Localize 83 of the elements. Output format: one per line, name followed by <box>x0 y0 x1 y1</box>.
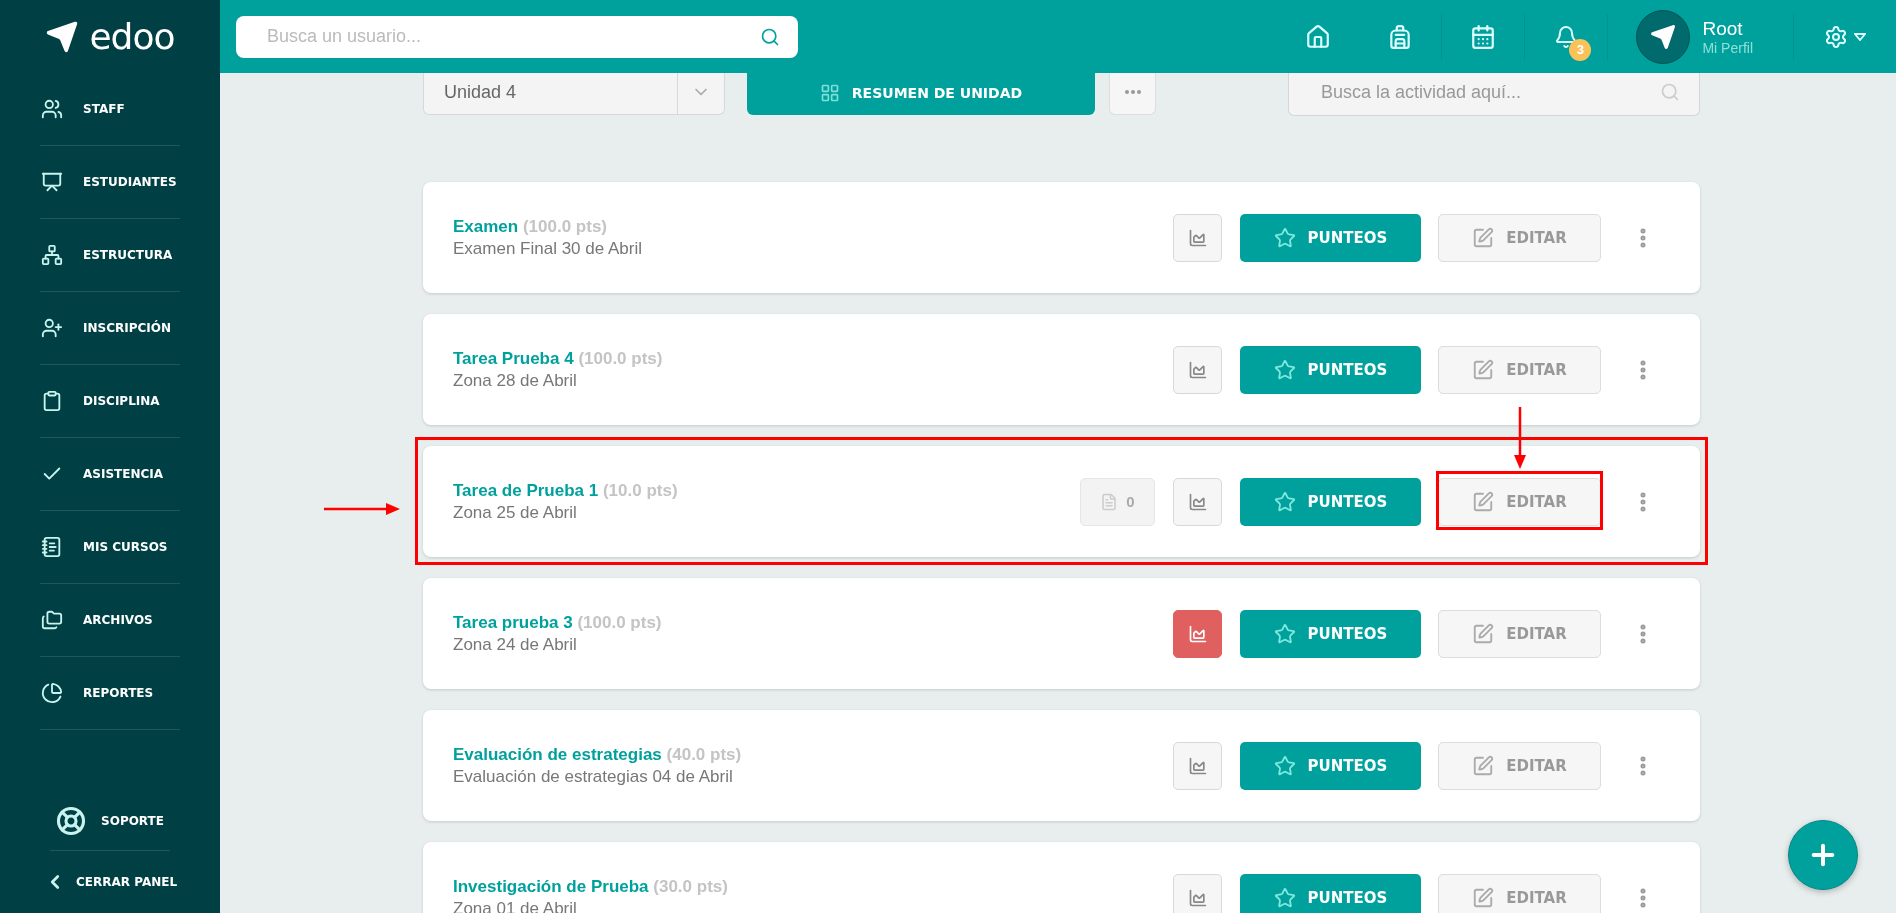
scores-button[interactable]: PUNTEOS <box>1240 741 1421 790</box>
edit-button[interactable]: EDITAR <box>1438 609 1601 658</box>
sidebar-item[interactable]: ESTUDIANTES <box>40 146 180 219</box>
chart-button[interactable] <box>1173 609 1222 658</box>
logo-text: edoo <box>89 16 175 57</box>
ellipsis-icon <box>1124 90 1141 94</box>
nav-icon <box>41 317 63 339</box>
user-name: Root <box>1702 17 1744 40</box>
paper-plane-logo-icon <box>45 19 80 54</box>
nav-icon <box>41 98 63 120</box>
star-icon <box>1273 226 1296 249</box>
sidebar-item[interactable]: ASISTENCIA <box>40 438 180 511</box>
lifebuoy-icon <box>56 806 87 836</box>
activity-subtitle: Examen Final 30 de Abril <box>453 238 643 259</box>
sidebar-item[interactable]: DISCIPLINA <box>40 365 180 438</box>
nav-icon <box>41 390 63 412</box>
edit-icon <box>1472 490 1495 513</box>
grid-icon <box>819 82 840 103</box>
edit-icon <box>1472 886 1495 909</box>
home-icon[interactable] <box>1305 23 1332 50</box>
area-chart-icon <box>1187 755 1208 776</box>
edit-button[interactable]: EDITAR <box>1438 345 1601 394</box>
activity-title[interactable]: Evaluación de estrategias (40.0 pts) <box>453 744 1173 765</box>
edit-icon <box>1472 226 1495 249</box>
activity-title[interactable]: Tarea de Prueba 1 (10.0 pts) <box>453 480 1080 501</box>
star-icon <box>1273 754 1296 777</box>
profile-link[interactable]: Mi Perfil <box>1702 39 1753 56</box>
nav-icon <box>41 609 63 631</box>
unit-select[interactable]: Unidad 4 <box>423 73 725 115</box>
scores-button[interactable]: PUNTEOS <box>1240 873 1421 913</box>
activity-subtitle: Zona 28 de Abril <box>453 370 578 391</box>
area-chart-icon <box>1187 623 1208 644</box>
collapse-panel-link[interactable]: CERRAR PANEL <box>40 851 180 913</box>
edit-icon <box>1472 754 1495 777</box>
sidebar-item[interactable]: INSCRIPCIÓN <box>40 292 180 365</box>
sidebar-item[interactable]: REPORTES <box>40 657 180 730</box>
area-chart-icon <box>1187 491 1208 512</box>
support-link[interactable]: SOPORTE <box>50 792 170 851</box>
activity-subtitle: Zona 25 de Abril <box>453 502 578 523</box>
unit-summary-button[interactable]: RESUMEN DE UNIDAD <box>747 73 1095 115</box>
nav-icon <box>41 171 63 193</box>
star-icon <box>1273 622 1296 645</box>
attachments-button[interactable]: 0 <box>1080 477 1155 526</box>
settings-icon <box>1824 24 1848 49</box>
area-chart-icon <box>1187 359 1208 380</box>
activity-title[interactable]: Tarea Prueba 4 (100.0 pts) <box>453 348 1173 369</box>
activity-subtitle: Evaluación de estrategias 04 de Abril <box>453 766 734 787</box>
area-chart-icon <box>1187 887 1208 908</box>
calendar-icon[interactable] <box>1470 23 1497 50</box>
file-icon <box>1100 492 1119 511</box>
scores-button[interactable]: PUNTEOS <box>1240 477 1421 526</box>
star-icon <box>1273 886 1296 909</box>
nav-icon <box>41 536 63 558</box>
sidebar-item[interactable]: ESTRUCTURA <box>40 219 180 292</box>
nav-icon <box>41 244 63 266</box>
area-chart-icon <box>1187 227 1208 248</box>
user-search-field[interactable]: Busca un usuario... <box>236 15 798 58</box>
caret-icon <box>1854 32 1866 41</box>
star-icon <box>1273 490 1296 513</box>
edit-icon <box>1472 358 1495 381</box>
activity-title[interactable]: Tarea prueba 3 (100.0 pts) <box>453 612 1173 633</box>
search-icon[interactable] <box>760 26 780 47</box>
activity-title[interactable]: Investigación de Prueba (30.0 pts) <box>453 876 1173 897</box>
annotation-arrow <box>1514 407 1526 469</box>
edit-icon <box>1472 622 1495 645</box>
edit-button[interactable]: EDITAR <box>1438 741 1601 790</box>
activity-subtitle: Zona 24 de Abril <box>453 634 578 655</box>
activity-title[interactable]: Examen (100.0 pts) <box>453 216 1173 237</box>
activity-subtitle: Zona 01 de Abril <box>453 898 578 913</box>
sidebar-item[interactable]: MIS CURSOS <box>40 511 180 584</box>
notification-count: 3 <box>1569 38 1592 61</box>
sidebar-item[interactable]: ARCHIVOS <box>40 584 180 657</box>
edit-button[interactable]: EDITAR <box>1438 873 1601 913</box>
star-icon <box>1273 358 1296 381</box>
sidebar-item[interactable]: STAFF <box>40 73 180 146</box>
edit-button[interactable]: EDITAR <box>1438 477 1601 526</box>
activity-search-field[interactable]: Busca la actividad aquí... <box>1288 73 1700 116</box>
scores-button[interactable]: PUNTEOS <box>1240 345 1421 394</box>
nav-icon <box>41 682 63 704</box>
edit-button[interactable]: EDITAR <box>1438 213 1601 262</box>
add-button[interactable] <box>1788 820 1858 890</box>
scores-button[interactable]: PUNTEOS <box>1240 213 1421 262</box>
scores-button[interactable]: PUNTEOS <box>1240 609 1421 658</box>
